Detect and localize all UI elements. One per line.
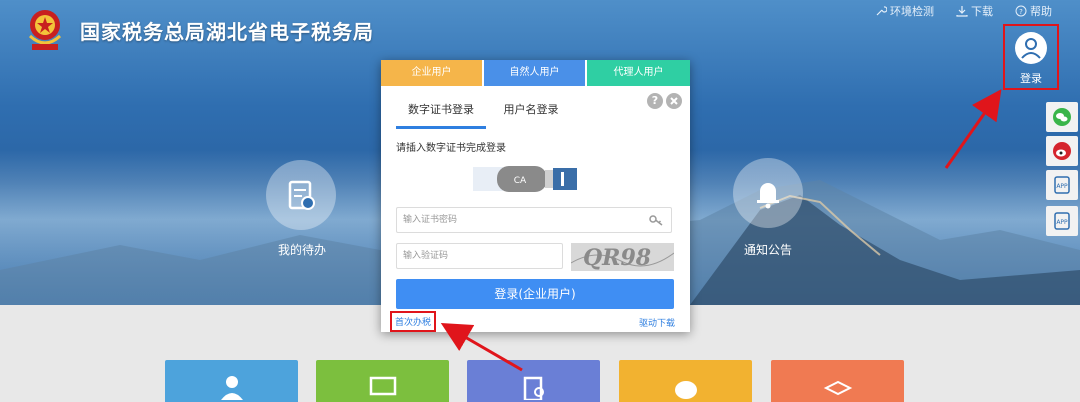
bell-icon <box>757 183 779 209</box>
driver-download-link[interactable]: 驱动下载 <box>639 316 675 329</box>
key-icon <box>649 215 663 226</box>
app-button-2[interactable]: APP <box>1046 206 1078 236</box>
captcha-text: QR98 <box>583 245 651 271</box>
my-todo-label: 我的待办 <box>277 243 326 257</box>
tab-username[interactable]: 用户名登录 <box>486 98 576 126</box>
tab-agent[interactable]: 代理人用户 <box>587 60 690 86</box>
login-method-tabs: 数字证书登录 用户名登录 <box>396 98 576 129</box>
help-circle-icon: ? <box>1015 5 1027 17</box>
app-icon: APP <box>1054 176 1070 194</box>
svg-text:?: ? <box>1019 8 1023 16</box>
download-icon <box>956 6 968 17</box>
app-button-1[interactable]: APP <box>1046 170 1078 200</box>
person-icon <box>220 376 243 400</box>
download-link[interactable]: 下载 <box>956 3 993 19</box>
wechat-icon <box>1053 108 1071 126</box>
env-check-label: 环境检测 <box>890 5 934 18</box>
tile-person[interactable] <box>165 360 298 402</box>
cert-password-input[interactable]: 输入证书密码 <box>396 207 672 233</box>
monitor-icon <box>369 376 396 396</box>
svg-text:APP: APP <box>1056 219 1068 226</box>
tab-enterprise[interactable]: 企业用户 <box>381 60 482 86</box>
weibo-button[interactable] <box>1046 136 1078 166</box>
login-label: 登录 <box>1020 72 1042 85</box>
svg-text:APP: APP <box>1056 183 1068 190</box>
top-links: 环境检测 下载 ? 帮助 <box>875 3 1052 19</box>
first-time-tax-link[interactable]: 首次办税 <box>390 311 437 332</box>
cert-hint-text: 请插入数字证书完成登录 <box>396 143 506 154</box>
app-icon: APP <box>1054 212 1070 230</box>
tab-individual[interactable]: 自然人用户 <box>484 60 585 86</box>
user-type-tabs: 企业用户 自然人用户 代理人用户 <box>381 60 690 86</box>
notice-label: 通知公告 <box>743 243 792 257</box>
todo-document-icon <box>288 180 315 210</box>
help-link[interactable]: ? 帮助 <box>1015 3 1052 19</box>
login-button[interactable]: 登录 <box>1003 24 1059 90</box>
env-check-link[interactable]: 环境检测 <box>875 3 934 19</box>
tab-digital-cert[interactable]: 数字证书登录 <box>396 98 486 129</box>
my-todo-button[interactable] <box>266 160 336 230</box>
download-label: 下载 <box>971 5 993 18</box>
tile-monitor[interactable] <box>316 360 449 402</box>
help-icon[interactable]: ? <box>647 93 663 109</box>
user-avatar-icon <box>1015 32 1047 64</box>
tile-graduate[interactable] <box>771 360 904 402</box>
wrench-icon <box>876 6 887 16</box>
cert-password-placeholder: 输入证书密码 <box>403 215 458 225</box>
wechat-button[interactable] <box>1046 102 1078 132</box>
captcha-placeholder: 输入验证码 <box>403 251 449 261</box>
notice-button[interactable] <box>733 158 803 228</box>
close-icon[interactable] <box>666 93 682 109</box>
site-title: 国家税务总局湖北省电子税务局 <box>80 20 374 44</box>
weibo-icon <box>1053 142 1071 160</box>
tile-chat[interactable] <box>619 360 752 402</box>
usb-label: CA <box>514 176 527 186</box>
tax-emblem-logo <box>28 10 62 50</box>
captcha-input[interactable]: 输入验证码 <box>396 243 563 269</box>
login-modal: 企业用户 自然人用户 代理人用户 数字证书登录 用户名登录 ? 请插入数字证书完… <box>381 60 690 332</box>
login-submit-button[interactable]: 登录(企业用户) <box>396 279 674 309</box>
document-search-icon <box>523 376 544 400</box>
tile-document-search[interactable] <box>467 360 600 402</box>
usb-key-icon: CA <box>473 166 577 192</box>
captcha-image[interactable]: QR98 <box>570 243 675 271</box>
graduate-icon <box>823 380 852 396</box>
chat-icon <box>674 381 697 399</box>
help-label: 帮助 <box>1030 5 1052 18</box>
